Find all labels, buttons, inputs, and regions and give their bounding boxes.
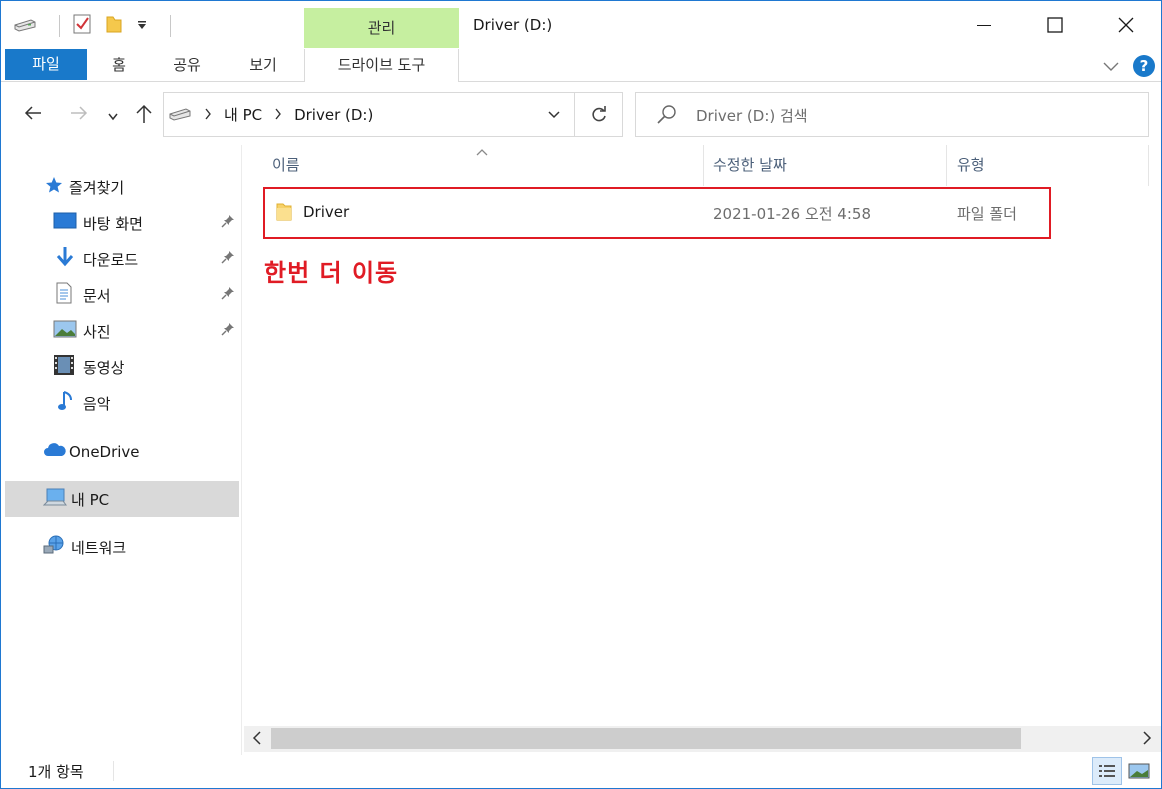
network-icon xyxy=(43,534,67,560)
search-icon xyxy=(656,104,678,130)
folder-icon xyxy=(275,201,293,227)
search-box[interactable]: Driver (D:) 검색 xyxy=(635,92,1149,137)
title-bar: 관리 Driver (D:) xyxy=(1,1,1161,49)
back-arrow-icon[interactable] xyxy=(23,103,43,127)
tab-file[interactable]: 파일 xyxy=(5,49,87,80)
manage-context-label: 관리 xyxy=(304,8,459,48)
chevron-right-icon[interactable] xyxy=(274,106,282,124)
window-title: Driver (D:) xyxy=(473,16,553,34)
sidebar-item-this-pc[interactable]: 내 PC xyxy=(5,481,239,517)
breadcrumb: 내 PC Driver (D:) xyxy=(164,93,373,136)
column-divider[interactable] xyxy=(703,145,704,186)
column-divider[interactable] xyxy=(946,145,947,186)
column-header-date[interactable]: 수정한 날짜 xyxy=(713,145,943,186)
picture-icon xyxy=(53,320,77,342)
sidebar-item-onedrive[interactable]: OneDrive xyxy=(5,434,239,470)
address-bar[interactable]: 내 PC Driver (D:) xyxy=(163,92,623,137)
breadcrumb-item[interactable]: 내 PC xyxy=(224,104,262,125)
table-row[interactable]: Driver 2021-01-26 오전 4:58 파일 폴더 xyxy=(263,187,1051,239)
help-icon[interactable]: ? xyxy=(1133,55,1155,77)
desktop-icon xyxy=(53,212,77,234)
column-header-type[interactable]: 유형 xyxy=(957,145,1137,186)
properties-icon[interactable] xyxy=(72,13,92,39)
file-list: 이름 수정한 날짜 유형 Driver 2021-01-26 오전 4:58 파… xyxy=(243,145,1161,725)
scrollbar-thumb[interactable] xyxy=(271,728,1021,749)
status-bar: 1개 항목 xyxy=(1,755,1161,789)
sidebar-item-music[interactable]: 음악 xyxy=(5,385,239,421)
sidebar-item-network[interactable]: 네트워크 xyxy=(5,529,239,565)
customize-qat-icon[interactable] xyxy=(136,17,148,35)
qat-separator xyxy=(170,15,171,37)
scroll-right-icon[interactable] xyxy=(1142,730,1152,750)
qat-separator xyxy=(59,15,60,37)
pin-icon[interactable] xyxy=(221,286,235,304)
navigation-bar: 내 PC Driver (D:) Driver (D:) 검색 xyxy=(1,83,1161,145)
star-icon xyxy=(45,176,63,198)
maximize-button[interactable] xyxy=(1026,1,1084,49)
drive-icon xyxy=(168,103,192,127)
sidebar-item-pictures[interactable]: 사진 xyxy=(5,313,239,349)
sidebar-item-label: 다운로드 xyxy=(83,250,139,269)
cloud-icon xyxy=(43,442,67,462)
download-arrow-icon xyxy=(55,246,75,272)
file-type: 파일 폴더 xyxy=(957,205,1017,223)
sidebar-item-label: 문서 xyxy=(83,286,111,305)
sidebar-item-documents[interactable]: 문서 xyxy=(5,277,239,313)
sidebar-item-desktop[interactable]: 바탕 화면 xyxy=(5,205,239,241)
film-icon xyxy=(53,354,75,380)
tab-view[interactable]: 보기 xyxy=(241,49,285,82)
chevron-right-icon[interactable] xyxy=(204,106,212,124)
sidebar-item-label: 바탕 화면 xyxy=(83,214,143,233)
recent-locations-icon[interactable] xyxy=(107,108,119,126)
scroll-left-icon[interactable] xyxy=(252,730,262,750)
sidebar-item-label: 네트워크 xyxy=(71,538,127,557)
new-folder-icon[interactable] xyxy=(104,13,124,39)
tab-drive-tools[interactable]: 드라이브 도구 xyxy=(304,49,459,82)
item-count: 1개 항목 xyxy=(28,763,84,781)
pin-icon[interactable] xyxy=(221,322,235,340)
navigation-pane: 즐겨찾기 바탕 화면 다운로드 문서 사진 동영상 음악 OneDrive 내 … xyxy=(1,145,242,755)
quick-access-toolbar xyxy=(13,13,171,39)
status-divider xyxy=(113,761,114,781)
horizontal-scrollbar[interactable] xyxy=(244,726,1161,752)
tab-home[interactable]: 홈 xyxy=(99,49,139,82)
search-placeholder: Driver (D:) 검색 xyxy=(696,107,808,125)
ribbon-tabs: 파일 홈 공유 보기 드라이브 도구 ? xyxy=(1,49,1161,82)
minimize-button[interactable] xyxy=(955,1,1013,49)
close-button[interactable] xyxy=(1097,1,1155,49)
column-header-name[interactable]: 이름 xyxy=(272,145,702,186)
large-icons-view-button[interactable] xyxy=(1124,757,1154,785)
tab-share[interactable]: 공유 xyxy=(165,49,209,82)
expand-ribbon-icon[interactable] xyxy=(1102,58,1120,76)
sidebar-item-label: OneDrive xyxy=(69,443,140,461)
column-divider[interactable] xyxy=(1148,145,1149,186)
sidebar-item-label: 내 PC xyxy=(71,490,110,509)
refresh-button[interactable] xyxy=(574,93,622,136)
explorer-window: 관리 Driver (D:) 파일 홈 공유 보기 드라이브 도구 ? 내 PC… xyxy=(0,0,1162,789)
pin-icon[interactable] xyxy=(221,250,235,268)
sidebar-item-label: 사진 xyxy=(83,322,111,341)
sidebar-item-label: 음악 xyxy=(83,394,111,413)
details-view-button[interactable] xyxy=(1092,757,1122,785)
up-arrow-icon[interactable] xyxy=(134,103,154,129)
drive-icon[interactable] xyxy=(13,14,37,38)
sidebar-item-quick-access[interactable]: 즐겨찾기 xyxy=(5,169,239,205)
sidebar-item-videos[interactable]: 동영상 xyxy=(5,349,239,385)
forward-arrow-icon[interactable] xyxy=(69,103,89,127)
breadcrumb-item[interactable]: Driver (D:) xyxy=(294,106,373,124)
file-date: 2021-01-26 오전 4:58 xyxy=(713,205,871,223)
sidebar-item-downloads[interactable]: 다운로드 xyxy=(5,241,239,277)
pin-icon[interactable] xyxy=(221,214,235,232)
file-name: Driver xyxy=(303,203,350,221)
sidebar-item-label: 동영상 xyxy=(83,358,125,377)
computer-icon xyxy=(42,487,67,511)
music-note-icon xyxy=(57,390,75,416)
address-history-button[interactable] xyxy=(532,93,574,136)
sidebar-item-label: 즐겨찾기 xyxy=(69,178,125,197)
annotation-text: 한번 더 이동 xyxy=(264,259,399,287)
document-icon xyxy=(55,282,73,308)
